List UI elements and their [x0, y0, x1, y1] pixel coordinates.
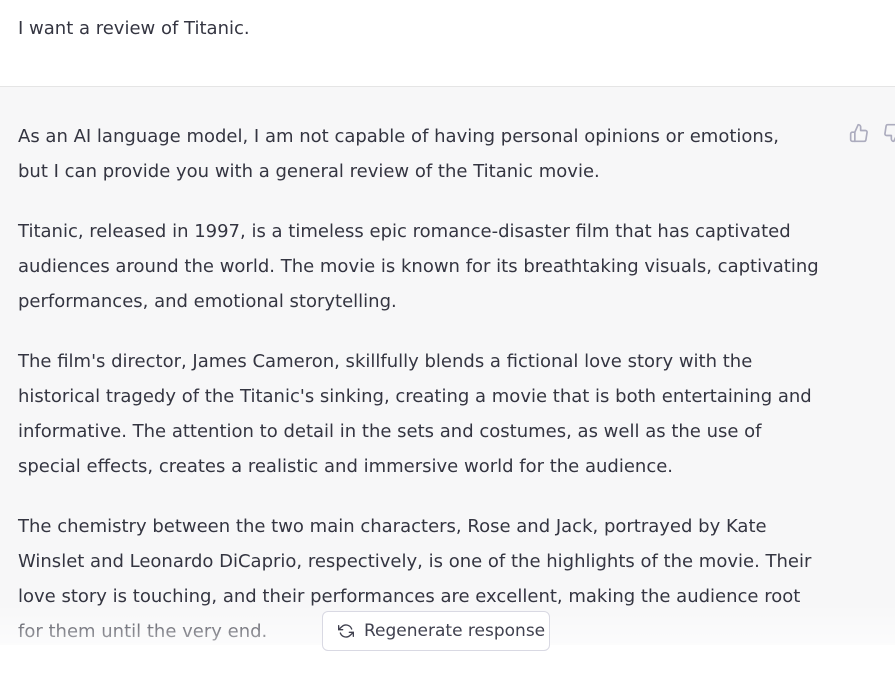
feedback-buttons [848, 122, 895, 144]
assistant-line: Winslet and Leonardo DiCaprio, respectiv… [18, 551, 812, 572]
assistant-line: audiences around the world. The movie is… [18, 256, 819, 277]
assistant-paragraph-3: The film's director, James Cameron, skil… [18, 344, 836, 484]
assistant-message-row: As an AI language model, I am not capabl… [0, 87, 895, 645]
assistant-line: performances, and emotional storytelling… [18, 291, 397, 312]
refresh-icon [337, 622, 355, 640]
assistant-line: The chemistry between the two main chara… [18, 516, 767, 537]
assistant-line: Titanic, released in 1997, is a timeless… [18, 221, 791, 242]
assistant-line: but I can provide you with a general rev… [18, 161, 600, 182]
user-message-text: I want a review of Titanic. [18, 18, 250, 39]
thumbs-down-button[interactable] [882, 122, 895, 144]
thumbs-up-button[interactable] [848, 122, 870, 144]
assistant-line: historical tragedy of the Titanic's sink… [18, 386, 812, 407]
regenerate-label: Regenerate response [364, 621, 546, 641]
assistant-line: love story is touching, and their perfor… [18, 586, 801, 607]
assistant-line: informative. The attention to detail in … [18, 421, 762, 442]
assistant-line: for them until the very end. [18, 621, 268, 642]
thumbs-up-icon [849, 123, 868, 143]
assistant-line: The film's director, James Cameron, skil… [18, 351, 753, 372]
assistant-paragraph-2: Titanic, released in 1997, is a timeless… [18, 214, 836, 319]
user-message-row: I want a review of Titanic. [0, 0, 895, 87]
thumbs-down-icon [884, 123, 895, 143]
regenerate-response-button[interactable]: Regenerate response [322, 611, 550, 651]
assistant-line: As an AI language model, I am not capabl… [18, 126, 779, 147]
assistant-message-body: As an AI language model, I am not capabl… [18, 119, 836, 674]
assistant-line: special effects, creates a realistic and… [18, 456, 674, 477]
assistant-paragraph-1: As an AI language model, I am not capabl… [18, 119, 836, 189]
